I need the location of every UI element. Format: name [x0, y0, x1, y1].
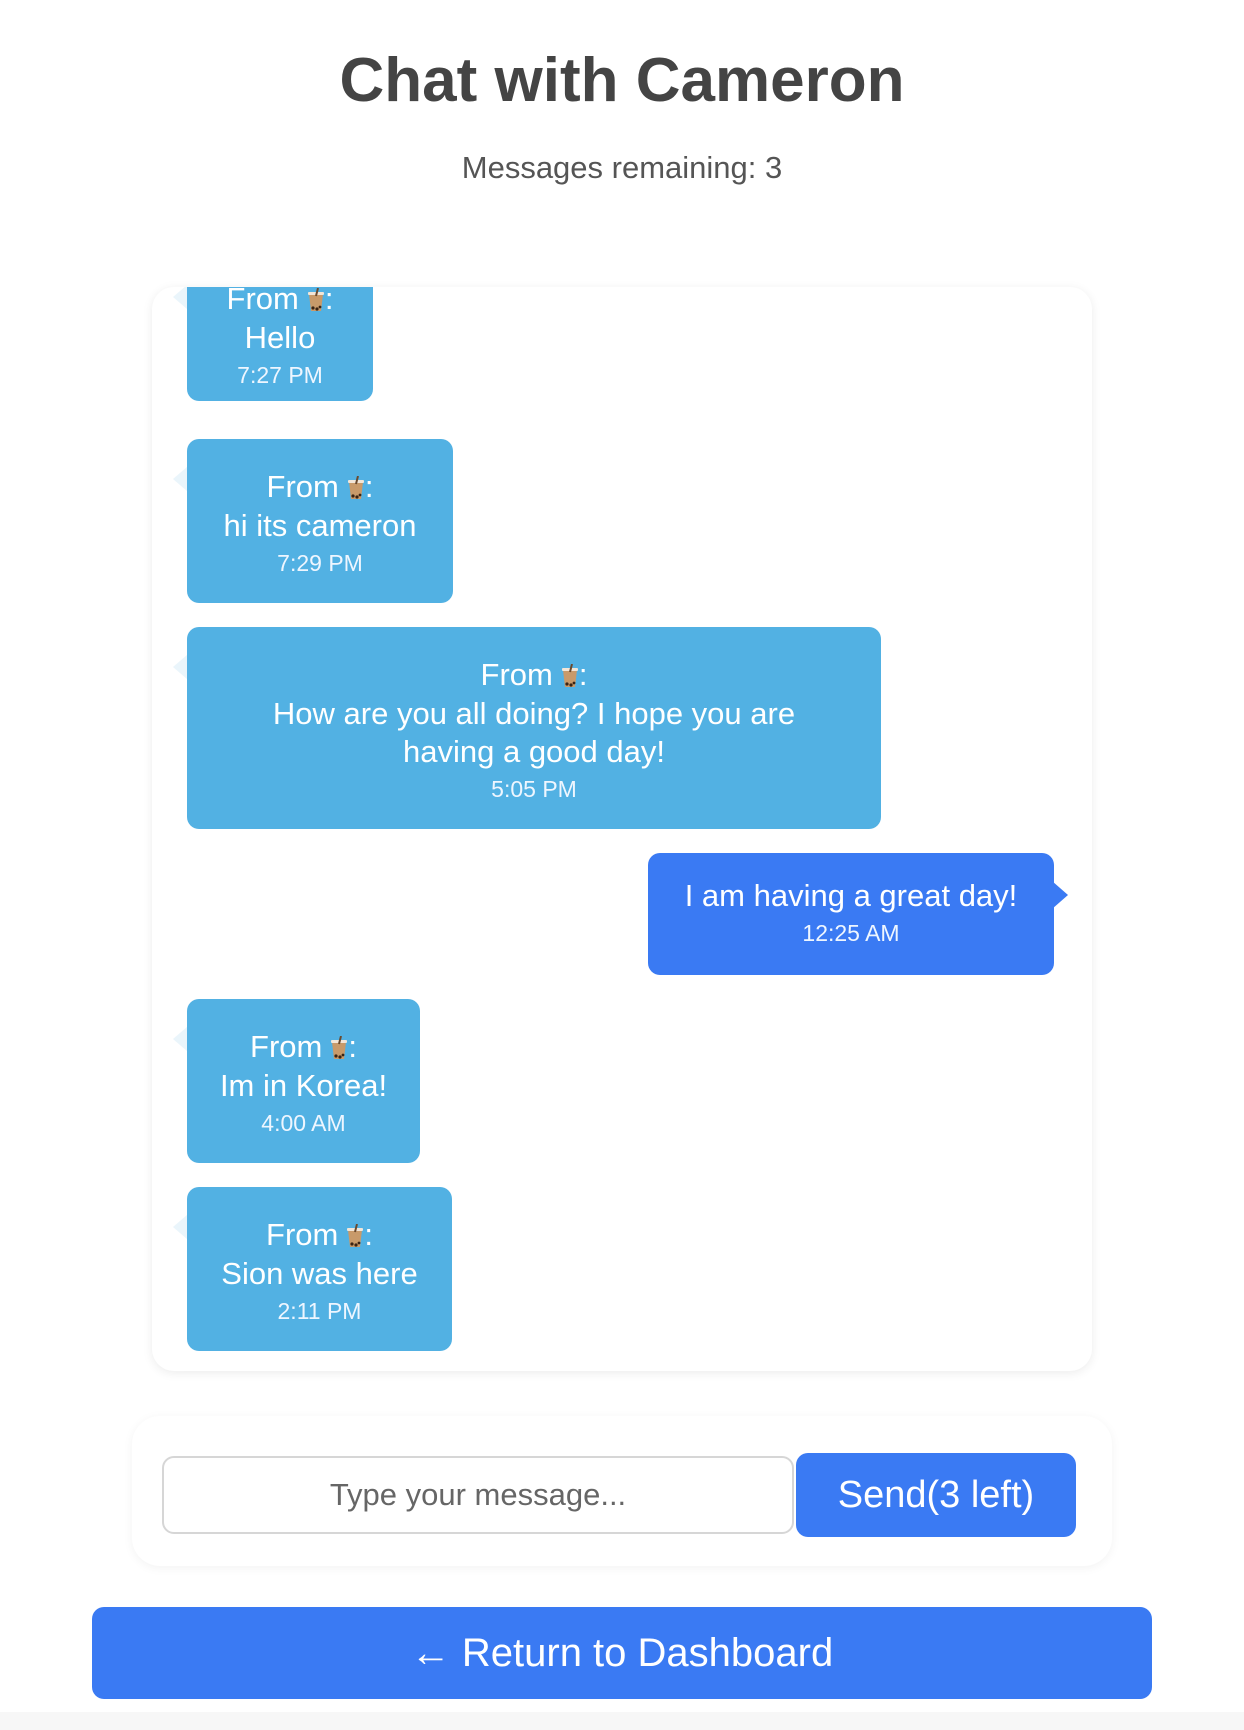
- bubble-tea-icon: [331, 1036, 348, 1059]
- sender-label: From: [226, 287, 299, 316]
- bubble-tea-icon: [561, 664, 578, 687]
- sender-label: From: [250, 1029, 323, 1064]
- bubble-tea-icon: [347, 1224, 364, 1247]
- message-text: Sion was here: [221, 1256, 418, 1291]
- message-bubble: From: Im in Korea! 4:00 AM: [173, 999, 420, 1163]
- page-footer: [0, 1712, 1244, 1730]
- message-timestamp: 12:25 AM: [802, 920, 900, 946]
- sender-label: From: [480, 657, 553, 692]
- message-bubble: From: Hello 7:27 PM: [173, 287, 373, 401]
- message-timestamp: 2:11 PM: [277, 1298, 362, 1324]
- message-sender: From:: [250, 1029, 357, 1064]
- message-bubble: I am having a great day! 12:25 AM: [648, 853, 1068, 975]
- return-to-dashboard-button[interactable]: ← Return to Dashboard: [92, 1607, 1152, 1699]
- sender-label: From: [266, 1217, 339, 1252]
- message-bubble: From: How are you all doing? I hope you …: [173, 627, 881, 829]
- message-timestamp: 4:00 AM: [261, 1110, 346, 1136]
- message-sender: From:: [266, 1217, 373, 1252]
- message-composer: Send(3 left): [132, 1416, 1112, 1566]
- send-button[interactable]: Send(3 left): [796, 1453, 1076, 1537]
- message-bubble: From: hi its cameron 7:29 PM: [173, 439, 453, 603]
- message-sender: From:: [217, 287, 343, 319]
- message-text: hi its cameron: [223, 508, 417, 543]
- message-timestamp: 5:05 PM: [491, 776, 577, 802]
- message-input[interactable]: [162, 1456, 794, 1534]
- message-text: Im in Korea!: [219, 1068, 388, 1103]
- message-list[interactable]: From: Hello 7:27 PM From: hi its cameron…: [152, 287, 1092, 1371]
- message-bubble: From: Sion was here 2:11 PM: [173, 1187, 452, 1351]
- page-title: Chat with Cameron: [339, 46, 905, 115]
- message-text: Hello: [244, 320, 316, 355]
- message-sender: From:: [480, 657, 588, 692]
- message-timestamp: 7:27 PM: [237, 362, 323, 388]
- sender-label: From: [266, 469, 339, 504]
- bubble-tea-icon: [347, 476, 364, 499]
- message-text: I am having a great day!: [684, 878, 1018, 913]
- message-sender: From:: [266, 469, 374, 504]
- chat-page: Chat with Cameron Messages remaining: 3 …: [0, 0, 1244, 1730]
- message-text: How are you all doing? I hope you are ha…: [272, 696, 796, 769]
- messages-remaining-counter: Messages remaining: 3: [461, 150, 783, 185]
- bubble-tea-icon: [307, 288, 324, 311]
- message-timestamp: 7:29 PM: [277, 550, 363, 576]
